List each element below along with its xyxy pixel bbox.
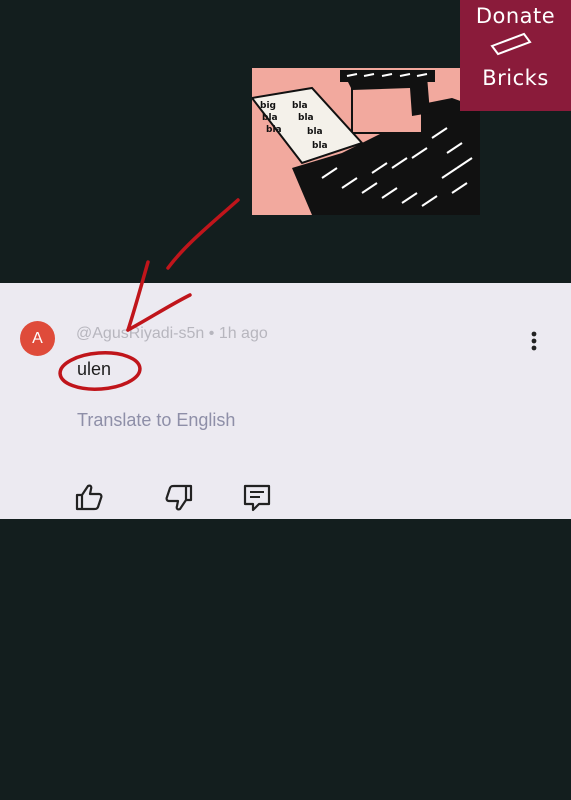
donate-bricks-box: Donate Bricks — [460, 0, 571, 111]
comment-time: 1h ago — [218, 325, 268, 342]
author-handle[interactable]: @AgusRiyadi-s5n — [76, 325, 204, 342]
svg-text:bla: bla — [292, 101, 308, 111]
svg-text:big: big — [260, 101, 276, 111]
svg-text:bla: bla — [312, 141, 328, 151]
svg-text:bla: bla — [298, 113, 314, 123]
donate-label: Donate — [475, 4, 556, 28]
comment-text: ulen — [77, 359, 112, 379]
thumbs-up-icon[interactable] — [73, 481, 105, 513]
comment-meta: @AgusRiyadi-s5n • 1h ago — [76, 325, 268, 343]
thumbs-down-icon[interactable] — [163, 482, 195, 514]
comment-icon[interactable] — [241, 482, 273, 514]
bricks-label: Bricks — [482, 66, 549, 90]
reading-person-illustration: big bla bla bla bla bla bla — [252, 68, 480, 215]
svg-text:bla: bla — [266, 125, 282, 135]
more-vertical-icon[interactable] — [524, 330, 544, 352]
avatar[interactable]: A — [20, 321, 55, 356]
svg-text:bla: bla — [262, 113, 278, 123]
brick-icon — [490, 32, 532, 56]
svg-text:bla: bla — [307, 127, 323, 137]
meta-separator: • — [208, 325, 215, 342]
translate-button[interactable]: Translate to English — [77, 410, 235, 431]
